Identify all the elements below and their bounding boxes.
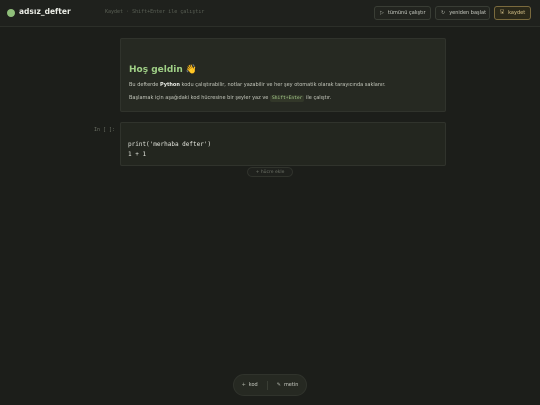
waving-hand-icon: 👋 — [185, 65, 198, 75]
intro-text-suffix: kodu çalıştırabilir, notlar yazabilir ve… — [179, 82, 386, 88]
restart-icon: ↻ — [441, 10, 446, 16]
markdown-cell[interactable]: Hoş geldin 👋 Bu defterde Python kodu çal… — [120, 38, 446, 112]
code-cell-editor[interactable]: print('merhaba defter') 1 + 1 — [120, 122, 446, 166]
play-icon: ▷ — [380, 10, 384, 16]
shortcut-hint: Kaydet · Shift+Enter ile çalıştır — [105, 9, 205, 15]
save-icon: 🖫 — [499, 9, 505, 15]
toolbar-divider — [266, 380, 268, 390]
intro-text-prefix: Bu defterde — [129, 82, 160, 88]
code-line: 1 + 1 — [128, 151, 147, 158]
plus-icon: + — [241, 382, 246, 388]
add-cell-button[interactable]: + hücre ekle — [247, 167, 293, 177]
intro-paragraph: Bu defterde Python kodu çalıştırabilir, … — [129, 82, 386, 88]
shortcut-kbd: Shift+Enter — [269, 95, 305, 102]
intro-text-bold: Python — [159, 82, 180, 88]
instructions-text-suffix: ile çalıştır. — [304, 95, 332, 101]
add-text-button[interactable]: ✎ metin — [274, 382, 302, 388]
bottom-toolbar: + kod ✎ metin — [233, 374, 307, 396]
add-text-label: metin — [283, 382, 299, 388]
code-line: print('merhaba defter') — [128, 141, 212, 148]
save-label: kaydet — [508, 10, 526, 16]
cell-prompt: In [ ]: — [94, 127, 116, 133]
restart-label: yeniden başlat — [449, 10, 487, 16]
save-button[interactable]: 🖫 kaydet — [494, 6, 531, 20]
add-code-label: kod — [248, 382, 258, 388]
notebook-title[interactable]: adsız_defter — [19, 7, 71, 16]
restart-button[interactable]: ↻ yeniden başlat — [435, 6, 490, 20]
add-code-button[interactable]: + kod — [239, 382, 261, 388]
welcome-heading-text: Hoş geldin — [129, 65, 183, 75]
top-bar: adsız_defter Kaydet · Shift+Enter ile ça… — [0, 0, 540, 27]
instructions-paragraph: Başlamak için aşağıdaki kod hücresine bi… — [129, 95, 332, 102]
run-all-button[interactable]: ▷ tümünü çalıştır — [374, 6, 431, 20]
pencil-icon: ✎ — [276, 382, 281, 388]
run-all-label: tümünü çalıştır — [387, 10, 426, 16]
instructions-text-prefix: Başlamak için aşağıdaki kod hücresine bi… — [129, 95, 270, 101]
welcome-heading: Hoş geldin 👋 — [129, 65, 197, 75]
app-logo-icon — [7, 9, 15, 17]
